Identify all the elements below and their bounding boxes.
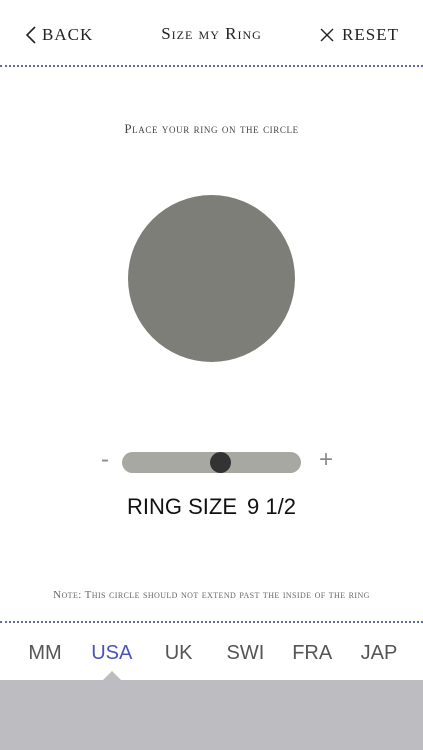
tab-jap[interactable]: JAP xyxy=(346,638,412,668)
close-icon xyxy=(320,28,334,42)
tab-swi[interactable]: SWI xyxy=(212,638,278,668)
decrease-size-button[interactable]: - xyxy=(94,446,116,474)
bottom-tray xyxy=(0,680,423,750)
ring-size-readout: RING SIZE 9 1/2 xyxy=(0,494,423,520)
unit-tabs: MM USA UK SWI FRA JAP xyxy=(12,638,412,668)
ring-size-label: RING SIZE xyxy=(127,494,238,519)
header-bar: BACK Size my Ring RESET xyxy=(0,0,423,66)
reset-label: RESET xyxy=(342,25,399,44)
tabs-divider xyxy=(0,621,423,623)
instruction-text: Place your ring on the circle xyxy=(124,121,299,136)
ring-sizer-screen: BACK Size my Ring RESET Place your ring … xyxy=(0,0,423,750)
header-divider xyxy=(0,65,423,67)
increase-size-button[interactable]: + xyxy=(315,446,337,474)
tab-usa[interactable]: USA xyxy=(79,638,145,668)
ring-size-value: 9 1/2 xyxy=(247,494,296,519)
tab-uk[interactable]: UK xyxy=(146,638,212,668)
tab-fra[interactable]: FRA xyxy=(279,638,345,668)
tab-mm[interactable]: MM xyxy=(12,638,78,668)
sizing-circle xyxy=(128,195,295,362)
note-text: Note: This circle should not extend past… xyxy=(53,589,370,601)
reset-button[interactable]: RESET xyxy=(320,22,399,48)
